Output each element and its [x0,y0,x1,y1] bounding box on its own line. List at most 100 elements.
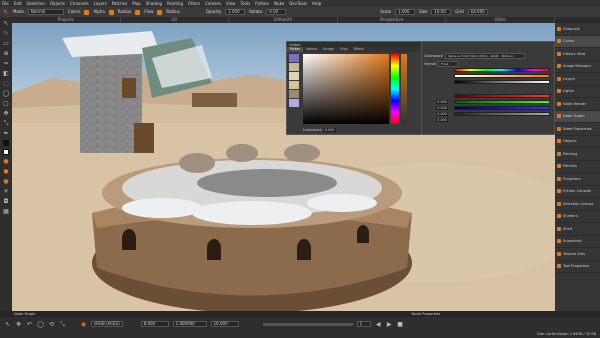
flow-checkbox[interactable] [135,9,141,15]
paint-icon[interactable]: ✎ [3,30,10,37]
orange-sphere-icon[interactable]: ● [3,158,10,165]
radius2-checkbox[interactable] [157,9,163,15]
menu-item-painting[interactable]: Painting [167,0,183,7]
fill-icon[interactable]: ◧ [3,70,10,77]
select-arrow-icon[interactable]: ↖ [3,20,10,27]
colorspace-select[interactable]: Same as 8 bit Data (Utility - sRGB - Tex… [444,53,525,59]
alpha-value[interactable]: 0.000 [436,118,448,122]
node-select-icon[interactable]: ↖ [4,321,11,328]
frame-field[interactable]: 1 [356,321,371,327]
colors-tab-gray[interactable]: Gray [337,47,351,52]
panel-item-image-manager[interactable]: Image Manager [555,61,600,73]
panel-item-layers[interactable]: Layers [555,73,600,86]
alpha-bar[interactable] [454,112,550,116]
blur-icon[interactable]: ◌ [3,80,10,87]
bottom-field-1[interactable]: 8.000 [140,321,169,327]
grid-field[interactable]: 64.000 [467,9,488,15]
green-bar[interactable] [454,100,550,104]
orange-sphere-2-icon[interactable]: ● [3,168,10,175]
mode-select[interactable]: Normal [27,9,64,15]
format-select[interactable]: Float [437,61,458,67]
menu-item-view[interactable]: View [226,0,236,7]
menu-item-objects[interactable]: Objects [50,0,65,7]
panel-item-projectors[interactable]: Projectors [555,173,600,186]
node-undo-icon[interactable]: ↶ [26,321,33,328]
menu-item-filters[interactable]: Filters [188,0,200,7]
stop-icon[interactable]: ■ [397,321,404,328]
menu-item-map[interactable]: Map [132,0,140,7]
luminance-field[interactable]: 0.000 [323,128,336,132]
colors-tab-blend[interactable]: Blend [351,47,367,52]
panel-item-node-render[interactable]: Node Render [555,98,600,111]
node-graph-label[interactable]: Node Graph [14,311,36,317]
menu-item-patches[interactable]: Patches [112,0,128,7]
menu-item-camera[interactable]: Camera [205,0,221,7]
blue-value[interactable]: 0.000 [436,112,448,116]
paint-brush-icon[interactable]: ✎ [2,9,9,16]
rotate-field[interactable]: 0.00 [266,9,287,15]
swatch[interactable] [289,90,299,98]
lasso-icon[interactable]: ◯ [3,90,10,97]
radius-checkbox[interactable] [108,9,114,15]
bottom-field-2[interactable]: 1.000000 [172,321,207,327]
camera-icon[interactable]: ◘ [3,198,10,205]
node-move-icon[interactable]: ✥ [15,321,22,328]
node-properties-label[interactable]: Node Properties [412,311,441,317]
move-icon[interactable]: ✥ [3,110,10,117]
node-circle-icon[interactable]: ◯ [37,321,44,328]
menu-item-shading[interactable]: Shading [146,0,162,7]
menu-item-layers[interactable]: Layers [94,0,107,7]
eyedropper-icon[interactable]: ✒ [3,130,10,137]
panel-item-lights[interactable]: Lights [555,86,600,98]
grid-icon[interactable]: ▦ [3,208,10,215]
orange-sphere-3-icon[interactable]: ● [3,178,10,185]
panel-item-python-console[interactable]: Python Console [555,186,600,198]
background-color-swatch[interactable] [3,149,9,155]
menu-item-python[interactable]: Python [255,0,269,7]
scale-field[interactable]: 1.000 [395,9,416,15]
panel-item-snapshots[interactable]: Snapshots [555,236,600,248]
menu-item-file[interactable]: File [2,0,9,7]
menu-item-devtools[interactable]: DevTools [289,0,307,7]
panel-item-shelf[interactable]: Shelf [555,223,600,236]
panel-item-selection-groups[interactable]: Selection Groups [555,198,600,211]
alpha-slider[interactable] [401,54,407,124]
colors-tab-image[interactable]: Image [320,47,337,52]
timeline-slider[interactable] [262,322,353,326]
menu-item-channels[interactable]: Channels [70,0,89,7]
marquee-icon[interactable]: ▢ [3,100,10,107]
swatch[interactable] [289,81,299,89]
play-back-icon[interactable]: ◀ [375,321,382,328]
size-field[interactable]: 16.00 [431,9,452,15]
color-space-select[interactable]: sRGB (ACES) [91,321,123,327]
blue-bar[interactable] [454,106,550,110]
swatch[interactable] [289,54,299,62]
panel-item-shaders[interactable]: Shaders [555,211,600,223]
foreground-color-swatch[interactable] [3,140,9,146]
play-icon[interactable]: ▶ [386,321,393,328]
value-bar[interactable] [454,80,550,84]
transform-icon[interactable]: ⤡ [3,120,10,127]
red-value[interactable]: 0.000 [436,100,448,104]
node-scale-icon[interactable]: ⤡ [59,321,66,328]
colors-tab-values[interactable]: Values [303,47,320,52]
panel-item-channels[interactable]: Channels [555,23,600,36]
panel-item-tool-properties[interactable]: Tool Properties [555,261,600,273]
clone-icon[interactable]: ⊕ [3,50,10,57]
green-value[interactable]: 0.000 [436,106,448,110]
light-icon[interactable]: ☀ [3,188,10,195]
panel-item-node-properties[interactable]: Node Properties [555,123,600,136]
menu-item-tools[interactable]: Tools [240,0,250,7]
saturation-value-picker[interactable] [303,54,389,124]
menu-item-help[interactable]: Help [312,0,321,7]
panel-item-patches[interactable]: Patches [555,161,600,173]
panel-item-node-graph[interactable]: Node Graph [555,110,600,123]
menu-item-selection[interactable]: Selection [26,0,44,7]
menu-item-edit[interactable]: Edit [14,0,22,7]
swatch[interactable] [289,99,299,107]
red-bar[interactable] [454,94,550,98]
hue-slider[interactable] [391,54,399,124]
panel-item-painting[interactable]: Painting [555,148,600,161]
saturation-bar[interactable] [454,74,550,78]
panel-item-objects[interactable]: Objects [555,136,600,148]
